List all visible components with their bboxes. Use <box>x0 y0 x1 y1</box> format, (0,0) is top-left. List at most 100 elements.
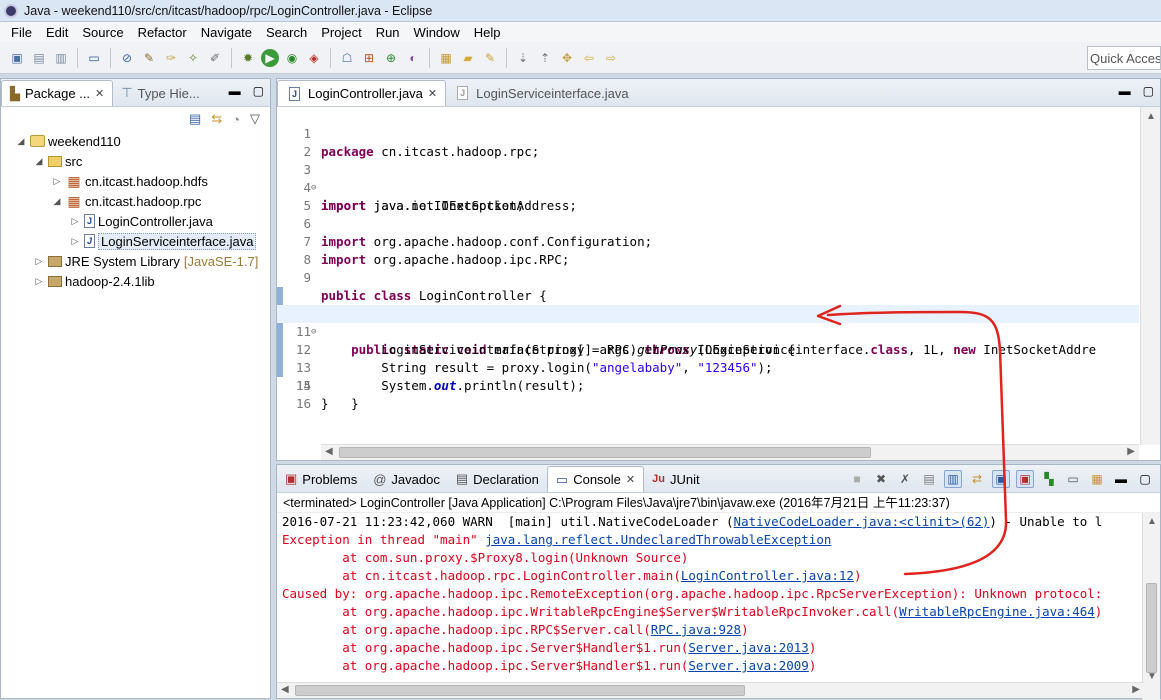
minimize-icon[interactable]: ▬ <box>1119 84 1131 98</box>
show-on-stdout-icon[interactable]: ▣ <box>992 470 1010 488</box>
stacktrace-link[interactable]: RPC.java:928 <box>651 622 741 637</box>
view-menu-icon[interactable]: ▽ <box>250 111 260 127</box>
scroll-lock-icon[interactable]: ▥ <box>944 470 962 488</box>
scroll-right-icon[interactable]: ▶ <box>1127 446 1135 457</box>
editor-vertical-scrollbar[interactable]: ▲ <box>1140 107 1160 445</box>
close-icon[interactable]: ✕ <box>95 87 104 100</box>
hammer-icon[interactable]: ✑ <box>162 49 180 67</box>
tab-package-explorer[interactable]: ▙ Package ... ✕ <box>1 80 114 106</box>
stacktrace-link[interactable]: NativeCodeLoader.java:<clinit>(62) <box>734 514 990 529</box>
stacktrace-link[interactable]: java.lang.reflect.UndeclaredThrowableExc… <box>485 532 831 547</box>
quick-access-input[interactable]: Quick Access <box>1087 46 1161 70</box>
console-icon[interactable]: ▭ <box>85 49 103 67</box>
tree-item-src[interactable]: ◢ src <box>1 151 270 171</box>
stacktrace-link[interactable]: WritableRpcEngine.java:464 <box>899 604 1095 619</box>
scroll-thumb[interactable] <box>295 685 745 696</box>
menu-search[interactable]: Search <box>259 25 314 40</box>
word-wrap-icon[interactable]: ⇄ <box>968 470 986 488</box>
close-icon[interactable]: ✕ <box>626 473 635 486</box>
brush-icon[interactable]: ✐ <box>206 49 224 67</box>
remove-launch-icon[interactable]: ✖ <box>872 470 890 488</box>
scroll-up-icon[interactable]: ▲ <box>1146 111 1156 122</box>
collapsed-icon[interactable]: ▷ <box>69 236 81 247</box>
menu-project[interactable]: Project <box>314 25 368 40</box>
editor-horizontal-scrollbar[interactable]: ◀ ▶ <box>321 444 1139 460</box>
new-icon[interactable]: ▣ <box>8 49 26 67</box>
open-type-icon[interactable]: ▦ <box>437 49 455 67</box>
remove-all-icon[interactable]: ✗ <box>896 470 914 488</box>
scroll-down-icon[interactable]: ▼ <box>1147 671 1157 682</box>
run-icon[interactable]: ▶ <box>261 48 279 67</box>
clear-console-icon[interactable]: ▤ <box>920 470 938 488</box>
save-all-icon[interactable]: ▥ <box>52 49 70 67</box>
maximize-icon[interactable]: ▢ <box>1143 84 1154 98</box>
minimize-icon[interactable]: ▬ <box>229 84 241 98</box>
maximize-icon[interactable]: ▢ <box>1136 470 1154 488</box>
new-interface-icon[interactable]: ◐ <box>404 49 422 67</box>
save-icon[interactable]: ▤ <box>30 49 48 67</box>
close-icon[interactable]: ✕ <box>428 87 437 100</box>
code-area[interactable]: 1 package cn.itcast.hadoop.rpc; 2 3 ⊖ im… <box>277 107 1139 445</box>
skip-breakpoints-icon[interactable]: ⊘ <box>118 49 136 67</box>
collapsed-icon[interactable]: ▷ <box>33 276 45 287</box>
prev-annotation-icon[interactable]: ⇡ <box>536 49 554 67</box>
stacktrace-link[interactable]: Server.java:2013 <box>688 640 808 655</box>
tree-item-login-controller[interactable]: ▷ J LoginController.java <box>1 211 270 231</box>
tab-javadoc[interactable]: @ Javadoc <box>365 466 448 492</box>
scroll-up-icon[interactable]: ▲ <box>1147 516 1157 527</box>
next-annotation-icon[interactable]: ⇣ <box>514 49 532 67</box>
collapsed-icon[interactable]: ▷ <box>51 176 63 187</box>
scroll-left-icon[interactable]: ◀ <box>281 684 289 695</box>
tab-type-hierarchy[interactable]: ⊤ Type Hie... <box>113 80 207 106</box>
scroll-left-icon[interactable]: ◀ <box>325 446 333 457</box>
show-on-stderr-icon[interactable]: ▣ <box>1016 470 1034 488</box>
menu-source[interactable]: Source <box>75 25 130 40</box>
tree-item-project[interactable]: ◢ weekend110 <box>1 131 270 151</box>
debug-icon[interactable]: ✹ <box>239 49 257 67</box>
expanded-icon[interactable]: ◢ <box>33 156 45 167</box>
new-class-icon[interactable]: ⊕ <box>382 49 400 67</box>
scroll-right-icon[interactable]: ▶ <box>1132 684 1140 695</box>
coverage-icon[interactable]: ◉ <box>283 49 301 67</box>
console-output[interactable]: 2016-07-21 11:23:42,060 WARN [main] util… <box>277 513 1160 675</box>
pin-icon[interactable]: ✎ <box>140 49 158 67</box>
tab-login-service-interface[interactable]: J LoginServiceinterface.java <box>446 80 636 106</box>
stacktrace-link[interactable]: LoginController.java:12 <box>681 568 854 583</box>
tree-item-package-rpc[interactable]: ◢ ▦ cn.itcast.hadoop.rpc <box>1 191 270 211</box>
display-console-icon[interactable]: ▭ <box>1064 470 1082 488</box>
stacktrace-link[interactable]: Server.java:2009 <box>688 658 808 673</box>
forward-icon[interactable]: ⇨ <box>602 49 620 67</box>
tab-console[interactable]: ▭ Console ✕ <box>546 466 645 492</box>
menu-file[interactable]: File <box>4 25 39 40</box>
console-vertical-scrollbar[interactable]: ▲ ▼ <box>1142 513 1160 700</box>
wand-icon[interactable]: ✧ <box>184 49 202 67</box>
maximize-icon[interactable]: ▢ <box>253 84 264 98</box>
menu-help[interactable]: Help <box>467 25 508 40</box>
last-edit-icon[interactable]: ✥ <box>558 49 576 67</box>
tab-problems[interactable]: ▣ Problems <box>277 466 365 492</box>
minimize-icon[interactable]: ▬ <box>1112 470 1130 488</box>
menu-run[interactable]: Run <box>369 25 407 40</box>
open-console-icon[interactable]: ▦ <box>1088 470 1106 488</box>
scroll-thumb[interactable] <box>1146 583 1157 673</box>
new-package-icon[interactable]: ⊞ <box>360 49 378 67</box>
expanded-icon[interactable]: ◢ <box>51 196 63 207</box>
back-icon[interactable]: ⇦ <box>580 49 598 67</box>
expanded-icon[interactable]: ◢ <box>15 136 27 147</box>
tab-login-controller[interactable]: J LoginController.java ✕ <box>277 80 447 106</box>
menu-refactor[interactable]: Refactor <box>131 25 194 40</box>
tree-item-jre[interactable]: ▷ JRE System Library [JavaSE-1.7] <box>1 251 270 271</box>
tree-item-hadoop-lib[interactable]: ▷ hadoop-2.4.1lib <box>1 271 270 291</box>
menu-window[interactable]: Window <box>407 25 467 40</box>
tab-junit[interactable]: Ju JUnit <box>644 466 707 492</box>
focus-icon[interactable]: ◔ <box>232 112 240 127</box>
tree-item-package-hdfs[interactable]: ▷ ▦ cn.itcast.hadoop.hdfs <box>1 171 270 191</box>
collapsed-icon[interactable]: ▷ <box>33 256 45 267</box>
tree-item-login-service-interface[interactable]: ▷ J LoginServiceinterface.java <box>1 231 270 251</box>
external-tools-icon[interactable]: ◈ <box>305 49 323 67</box>
collapse-all-icon[interactable]: ▤ <box>189 111 201 127</box>
collapsed-icon[interactable]: ▷ <box>69 216 81 227</box>
new-java-project-icon[interactable]: ☖ <box>338 49 356 67</box>
search-icon[interactable]: ✎ <box>481 49 499 67</box>
link-with-editor-icon[interactable]: ⇆ <box>211 111 222 127</box>
